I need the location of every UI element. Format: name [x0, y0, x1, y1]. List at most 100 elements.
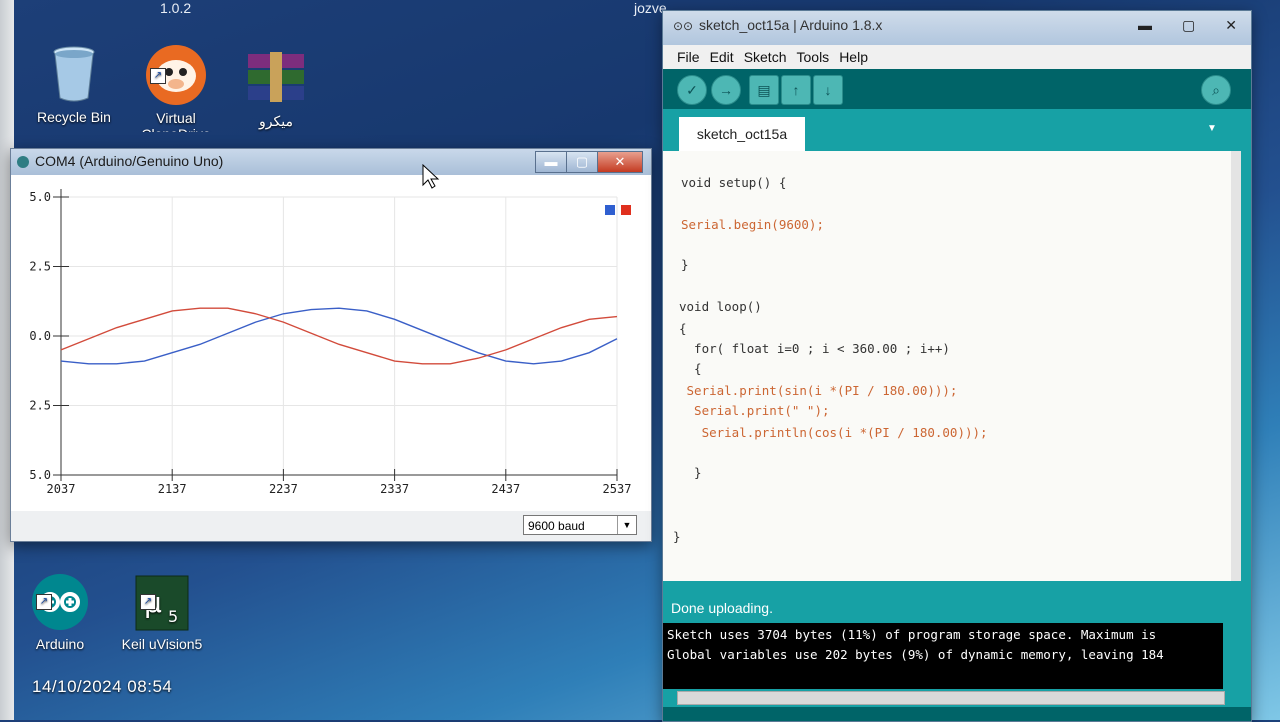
desktop-icon-virtual-clonedrive[interactable]: ↗ Virtual CloneDrive: [126, 44, 226, 132]
ide-bottom-bar: [663, 707, 1251, 721]
console-hscrollbar[interactable]: [677, 691, 1225, 705]
ide-title: sketch_oct15a | Arduino 1.8.x: [699, 17, 883, 33]
y-tick-label: 5.0: [29, 468, 51, 482]
maximize-icon: ▢: [575, 154, 589, 169]
desktop-icon-keil[interactable]: µ5 ↗ Keil uVision5: [112, 574, 212, 652]
winrar-books-icon: [226, 50, 326, 109]
checkmark-icon: ✓: [686, 82, 698, 98]
plotter-titlebar[interactable]: COM4 (Arduino/Genuino Uno) ▬ ▢ ✕: [11, 149, 651, 175]
tab-strip: sketch_oct15a ▼: [663, 109, 1251, 151]
sheep-icon: ↗: [144, 44, 208, 106]
maximize-button[interactable]: ▢: [566, 151, 598, 173]
baud-rate-select[interactable]: 9600 baud ▼: [523, 515, 637, 535]
arduino-app-icon: ⊙⊙: [673, 19, 694, 33]
new-file-icon: ▤: [757, 82, 771, 98]
ide-toolbar: ✓ → ▤ ↑ ↓ ⌕: [663, 69, 1251, 109]
shortcut-arrow-icon: ↗: [140, 594, 156, 610]
y-tick-label: 0.0: [29, 329, 51, 343]
legend-swatch-1: [605, 205, 615, 215]
code-line: for( float i=0 ; i < 360.00 ; i++): [679, 341, 950, 356]
code-line: Serial.print(" ");: [679, 403, 830, 418]
code-line: void loop(): [679, 299, 762, 314]
desktop-icon-mikro[interactable]: میکرو: [226, 50, 326, 130]
plotter-footer: 9600 baud ▼: [11, 511, 651, 541]
y-tick-label: 2.5: [29, 399, 51, 413]
ide-titlebar[interactable]: ⊙⊙ sketch_oct15a | Arduino 1.8.x ▬ ▢ ✕: [663, 11, 1251, 45]
close-button[interactable]: ✕: [1225, 17, 1237, 34]
desktop-icon-label: Recycle Bin: [37, 109, 111, 125]
y-tick-label: 2.5: [29, 260, 51, 274]
photo-timestamp: 14/10/2024 08:54: [32, 677, 173, 696]
shortcut-arrow-icon: ↗: [150, 68, 166, 84]
arrow-down-icon: ↓: [824, 82, 832, 98]
code-line: void setup() {: [681, 175, 787, 190]
code-line: }: [673, 529, 681, 544]
minimize-button[interactable]: ▬: [1138, 17, 1152, 34]
code-line: }: [679, 465, 702, 480]
magnifier-icon: ⌕: [1212, 82, 1220, 98]
menu-file[interactable]: File: [677, 49, 700, 65]
svg-text:5: 5: [168, 607, 178, 626]
tab-menu-chevron-icon[interactable]: ▼: [1207, 123, 1221, 137]
code-line: {: [679, 361, 702, 376]
y-tick-label: 5.0: [29, 190, 51, 204]
new-button[interactable]: ▤: [749, 75, 779, 105]
code-line: }: [681, 257, 689, 272]
desktop-icon-label: میکرو: [259, 113, 293, 129]
menu-sketch[interactable]: Sketch: [744, 49, 787, 65]
close-icon: ✕: [614, 154, 626, 169]
desktop-icon-label: Virtual CloneDrive: [141, 110, 210, 132]
save-button[interactable]: ↓: [813, 75, 843, 105]
arduino-logo-icon: ↗: [30, 572, 90, 632]
serial-plot-chart: 5.02.50.02.55.02037 2137 2237 2337 2437 2537: [29, 189, 632, 496]
desktop-icon-recycle-bin[interactable]: Recycle Bin: [24, 44, 124, 125]
shortcut-arrow-icon: ↗: [36, 594, 52, 610]
x-tick-label: 2037: [47, 482, 76, 496]
arrow-up-icon: ↑: [792, 82, 800, 98]
code-line: {: [679, 321, 687, 336]
desktop-icon-label: Keil uVision5: [121, 636, 203, 652]
x-tick-label: 2337: [380, 482, 409, 496]
verify-button[interactable]: ✓: [677, 75, 707, 105]
tab-sketch[interactable]: sketch_oct15a: [679, 117, 805, 151]
x-tick-label: 2137: [158, 482, 187, 496]
top-version-text: 1.0.2: [160, 0, 192, 16]
code-editor[interactable]: void setup() { Serial.begin(9600); } voi…: [663, 151, 1241, 581]
editor-scrollbar[interactable]: [1231, 151, 1241, 581]
close-button[interactable]: ✕: [597, 151, 643, 173]
open-button[interactable]: ↑: [781, 75, 811, 105]
code-line: Serial.println(cos(i *(PI / 180.00)));: [679, 425, 988, 440]
serial-monitor-button[interactable]: ⌕: [1201, 75, 1231, 105]
mouse-cursor-icon: [422, 164, 440, 189]
console-line: Global variables use 202 bytes (9%) of d…: [667, 647, 1164, 662]
legend-swatch-2: [621, 205, 631, 215]
menu-bar: File Edit Sketch Tools Help: [663, 45, 1251, 69]
minimize-icon: ▬: [544, 154, 558, 169]
arduino-app-icon: [17, 156, 29, 168]
upload-button[interactable]: →: [711, 75, 741, 105]
x-tick-label: 2437: [491, 482, 520, 496]
menu-tools[interactable]: Tools: [797, 49, 830, 65]
arrow-right-icon: →: [719, 82, 733, 98]
serial-plotter-window[interactable]: COM4 (Arduino/Genuino Uno) ▬ ▢ ✕ 5.0 2.5 0…: [10, 148, 652, 542]
console-line: Sketch uses 3704 bytes (11%) of program …: [667, 627, 1157, 642]
desktop-icon-label: Arduino: [35, 636, 85, 652]
x-tick-label: 2537: [603, 482, 632, 496]
menu-help[interactable]: Help: [839, 49, 868, 65]
recycle-bin-icon: [24, 44, 124, 105]
plotter-title: COM4 (Arduino/Genuino Uno): [35, 153, 224, 169]
menu-edit[interactable]: Edit: [710, 49, 734, 65]
keil-uvision-icon: µ5 ↗: [134, 574, 190, 632]
baud-rate-value: 9600 baud: [528, 519, 585, 533]
status-message: Done uploading.: [663, 593, 1251, 623]
maximize-button[interactable]: ▢: [1182, 17, 1195, 34]
code-line: Serial.begin(9600);: [681, 217, 824, 232]
chevron-down-icon: ▼: [617, 516, 636, 534]
desktop-icon-arduino[interactable]: ↗ Arduino: [10, 572, 110, 652]
arduino-ide-window[interactable]: ⊙⊙ sketch_oct15a | Arduino 1.8.x ▬ ▢ ✕ F…: [662, 10, 1252, 722]
x-tick-label: 2237: [269, 482, 298, 496]
output-console: Sketch uses 3704 bytes (11%) of program …: [663, 623, 1223, 689]
minimize-button[interactable]: ▬: [535, 151, 567, 173]
plot-area: 5.0 2.5 0.0 2.5 5.0 2037 2137 2237 2337 2437 2537: [11, 175, 651, 511]
code-line: Serial.print(sin(i *(PI / 180.00)));: [679, 383, 958, 398]
